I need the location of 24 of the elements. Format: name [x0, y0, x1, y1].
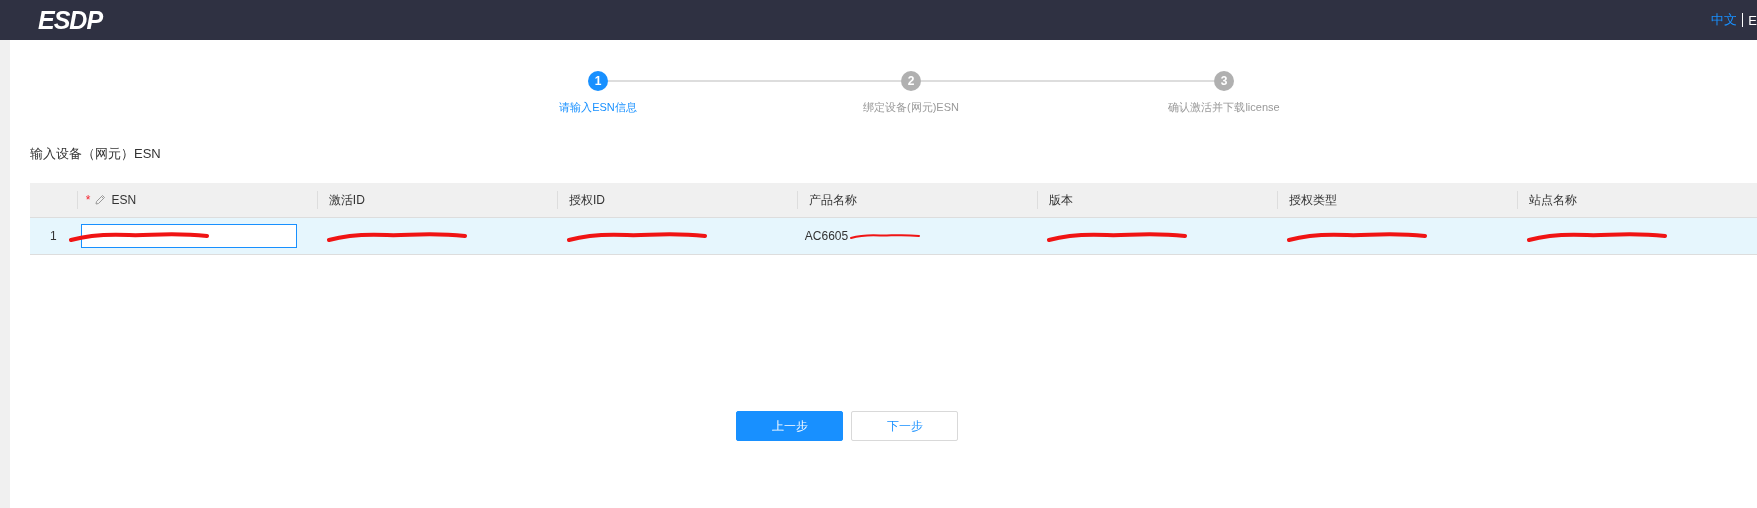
language-link[interactable]: 中文	[1711, 11, 1738, 29]
esn-input-field[interactable]	[80, 224, 297, 248]
step-button[interactable]: 上一步	[736, 411, 843, 441]
column-header: 授权类型	[1289, 191, 1337, 209]
step-label: 请输入ESN信息	[558, 100, 638, 115]
step-number: 2	[901, 71, 921, 91]
step-button[interactable]: 下一步	[851, 411, 958, 441]
column-header: 授权ID	[568, 191, 605, 209]
section-title: 输入设备（网元）ESN	[30, 145, 162, 163]
step-number: 1	[588, 71, 608, 91]
table-cell: AC6605	[804, 229, 849, 243]
required-asterisk: *	[85, 193, 91, 207]
step-label: 绑定设备(网元)ESN	[862, 100, 960, 115]
column-header: 版本	[1048, 191, 1073, 209]
row-number: 1	[49, 229, 57, 243]
column-header: 激活ID	[328, 191, 365, 209]
logo: ESDP	[38, 5, 103, 35]
table-row[interactable]: 1 AC6605	[30, 218, 1757, 255]
language-link[interactable]: E	[1748, 12, 1757, 28]
step-label: 确认激活并下载license	[1167, 100, 1281, 115]
column-header: 站点名称	[1529, 191, 1577, 209]
step-number: 3	[1214, 71, 1234, 91]
column-header: ESN	[111, 193, 137, 207]
column-header: 产品名称	[808, 191, 857, 209]
